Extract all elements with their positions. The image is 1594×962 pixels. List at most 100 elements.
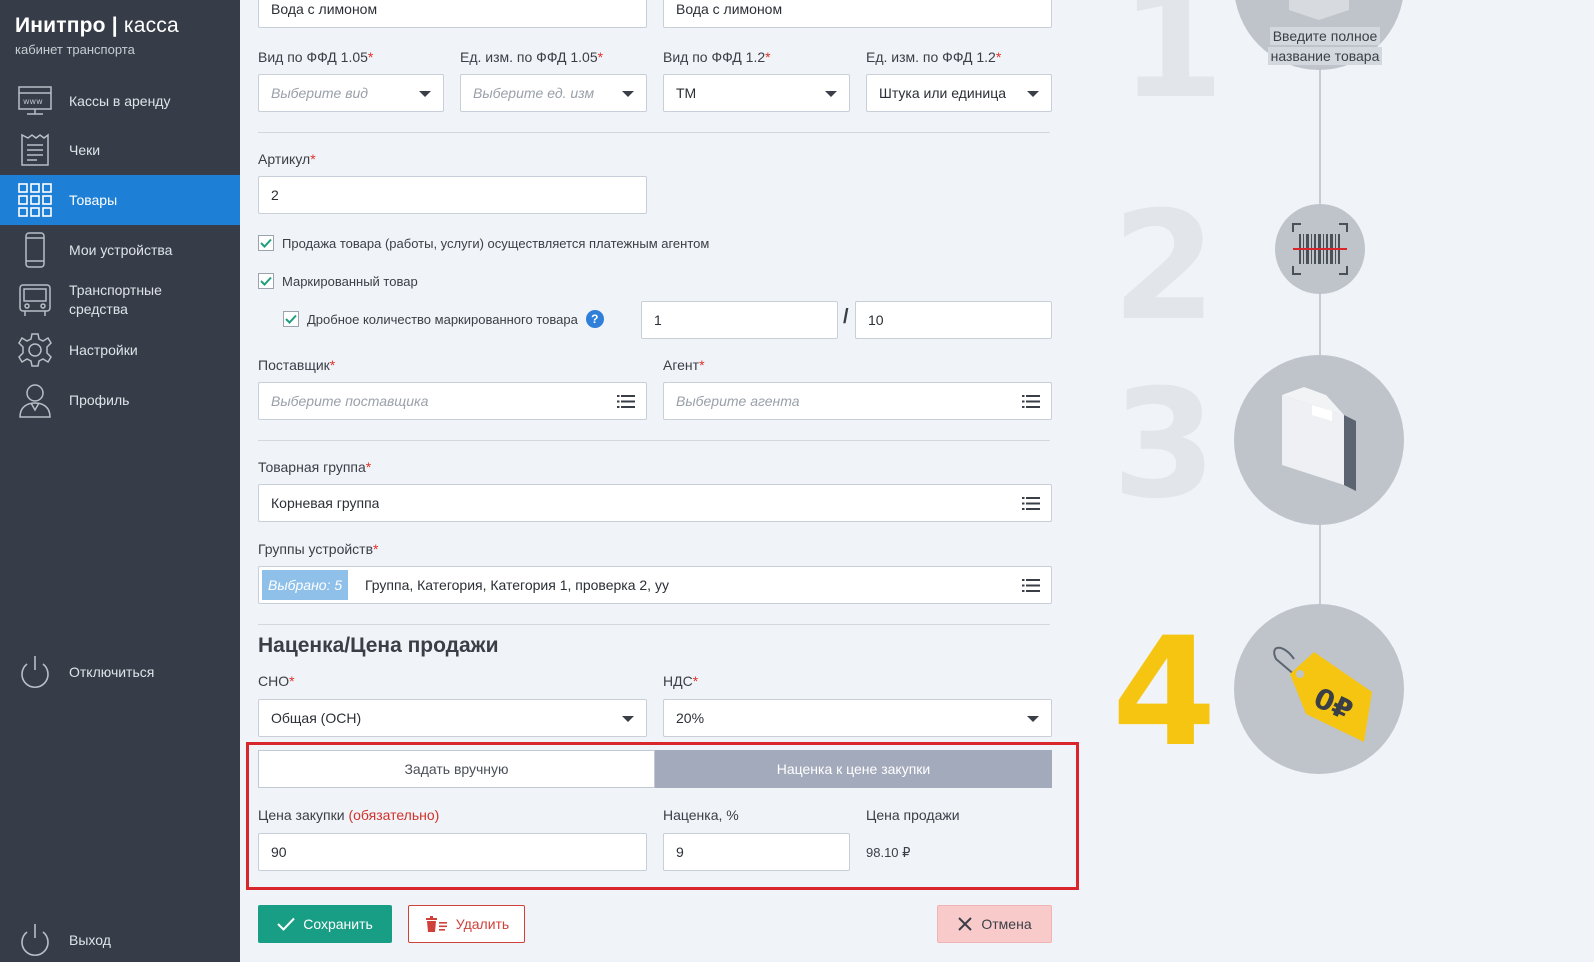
disconnect-button[interactable]: Отключиться xyxy=(0,647,240,697)
article-input[interactable]: 2 xyxy=(258,176,647,214)
vat-label: НДС* xyxy=(663,673,699,689)
fraction-numerator-input[interactable]: 1 xyxy=(641,301,838,339)
purchase-price-label: Цена закупки (обязательно) xyxy=(258,807,440,823)
sidebar-item-label: Мои устройства xyxy=(69,241,173,258)
sidebar-item-settings[interactable]: Настройки xyxy=(0,325,240,375)
tip-line-1: Введите полное xyxy=(1269,27,1381,45)
device-groups-label: Группы устройств* xyxy=(258,541,379,557)
name-input[interactable]: Вода с лимоном xyxy=(258,0,647,28)
sidebar-item-label: Кассы в аренду xyxy=(69,92,171,109)
fraction-separator: / xyxy=(843,306,849,328)
chevron-down-icon xyxy=(1027,716,1039,722)
vat-value: 20% xyxy=(676,710,705,726)
print-name-value: Вода с лимоном xyxy=(676,1,783,17)
sale-price-value: 98.10 ₽ xyxy=(866,845,911,860)
divider xyxy=(258,132,1050,133)
ffd105-type-placeholder: Выберите вид xyxy=(271,85,369,101)
agent-sale-checkbox[interactable]: Продажа товара (работы, услуги) осуществ… xyxy=(258,235,709,251)
fraction-denominator-value: 10 xyxy=(868,312,884,328)
markup-value: 9 xyxy=(676,844,684,860)
brand-separator: | xyxy=(105,14,124,37)
fraction-checkbox[interactable]: Дробное количество маркированного товара… xyxy=(283,310,604,328)
sno-label: СНО* xyxy=(258,673,295,689)
list-icon[interactable] xyxy=(1022,497,1040,510)
sidebar-item-goods[interactable]: Товары xyxy=(0,175,240,225)
product-group-select[interactable]: Корневая группа xyxy=(258,484,1052,522)
step-number-1: 1 xyxy=(1120,0,1225,132)
markup-input[interactable]: 9 xyxy=(663,833,850,871)
delete-button[interactable]: Удалить xyxy=(408,905,525,943)
step-1-tooltip: Введите полное название товара xyxy=(1262,27,1388,65)
vat-select[interactable]: 20% xyxy=(663,699,1052,737)
divider xyxy=(258,624,1050,625)
supplier-select[interactable]: Выберите поставщика xyxy=(258,382,647,420)
checkmark-icon xyxy=(258,235,274,251)
article-value: 2 xyxy=(271,187,279,203)
fraction-denominator-input[interactable]: 10 xyxy=(855,301,1052,339)
delete-label: Удалить xyxy=(455,916,510,932)
phone-icon xyxy=(17,232,53,268)
article-label: Артикул* xyxy=(258,151,316,167)
logout-button[interactable]: Выход xyxy=(0,915,240,962)
ffd105-unit-select[interactable]: Выберите ед. изм xyxy=(460,74,647,112)
step-4-circle: 0₽ xyxy=(1234,604,1404,774)
name-value: Вода с лимоном xyxy=(271,1,378,17)
brand-main: Инитпро xyxy=(15,14,106,37)
ffd105-type-label: Вид по ФФД 1.05* xyxy=(258,49,374,65)
tip-line-2: название товара xyxy=(1267,47,1383,65)
agent-select[interactable]: Выберите агента xyxy=(663,382,1052,420)
www-monitor-icon: www xyxy=(17,83,53,119)
sidebar-item-label: Профиль xyxy=(69,391,130,408)
ffd12-type-value: ТМ xyxy=(676,85,697,101)
gear-icon xyxy=(17,332,53,368)
purchase-price-value: 90 xyxy=(271,844,287,860)
sidebar-item-receipts[interactable]: Чеки xyxy=(0,125,240,175)
agent-placeholder: Выберите агента xyxy=(676,393,800,409)
sidebar-item-profile[interactable]: Профиль xyxy=(0,375,240,425)
list-icon[interactable] xyxy=(1022,395,1040,408)
ffd12-type-select[interactable]: ТМ xyxy=(663,74,850,112)
sno-select[interactable]: Общая (ОСН) xyxy=(258,699,647,737)
ffd12-unit-select[interactable]: Штука или единица xyxy=(866,74,1052,112)
sidebar-item-rent[interactable]: www Кассы в аренду xyxy=(0,76,240,126)
list-icon[interactable] xyxy=(1022,579,1040,592)
checkmark-icon xyxy=(258,273,274,289)
help-icon[interactable]: ? xyxy=(585,310,604,328)
ffd12-type-label: Вид по ФФД 1.2* xyxy=(663,49,771,65)
sale-price-label: Цена продажи xyxy=(866,807,960,823)
cancel-button[interactable]: Отмена xyxy=(937,905,1052,943)
bus-icon xyxy=(17,282,53,318)
sidebar-item-vehicles[interactable]: Транспортные средства xyxy=(0,275,240,325)
step-number-3: 3 xyxy=(1112,358,1217,532)
barcode-icon xyxy=(1292,223,1348,275)
print-name-input[interactable]: Вода с лимоном xyxy=(663,0,1052,28)
save-button[interactable]: Сохранить xyxy=(258,905,392,943)
agent-sale-label: Продажа товара (работы, услуги) осуществ… xyxy=(282,235,710,251)
purchase-price-input[interactable]: 90 xyxy=(258,833,647,871)
sidebar-item-devices[interactable]: Мои устройства xyxy=(0,225,240,275)
save-label: Сохранить xyxy=(303,916,373,932)
toggle-markup[interactable]: Наценка к цене закупки xyxy=(655,750,1052,788)
product-group-label: Товарная группа* xyxy=(258,459,372,475)
device-groups-select[interactable]: Выбрано: 5 Группа, Категория, Категория … xyxy=(258,566,1052,604)
brand-title: Инитпро | касса xyxy=(15,14,179,38)
list-icon[interactable] xyxy=(617,395,635,408)
markup-label: Наценка, % xyxy=(663,807,739,823)
fraction-numerator-value: 1 xyxy=(654,312,662,328)
ffd12-unit-value: Штука или единица xyxy=(879,85,1007,101)
ffd105-unit-label: Ед. изм. по ФФД 1.05* xyxy=(460,49,604,65)
chevron-down-icon xyxy=(622,716,634,722)
chevron-down-icon xyxy=(419,91,431,97)
price-mode-toggle: Задать вручную Наценка к цене закупки xyxy=(258,750,1052,788)
toggle-manual[interactable]: Задать вручную xyxy=(258,750,655,788)
brand-subtitle: кабинет транспорта xyxy=(15,42,135,57)
marked-checkbox[interactable]: Маркированный товар xyxy=(258,273,418,289)
sidebar-item-label: Транспортные средства xyxy=(69,282,162,317)
ffd105-type-select[interactable]: Выберите вид xyxy=(258,74,444,112)
marked-label: Маркированный товар xyxy=(282,273,418,289)
sno-value: Общая (ОСН) xyxy=(271,710,362,726)
divider xyxy=(258,440,1050,441)
step-2-circle xyxy=(1275,204,1365,294)
supplier-placeholder: Выберите поставщика xyxy=(271,393,429,409)
pricing-title: Наценка/Цена продажи xyxy=(258,634,499,657)
